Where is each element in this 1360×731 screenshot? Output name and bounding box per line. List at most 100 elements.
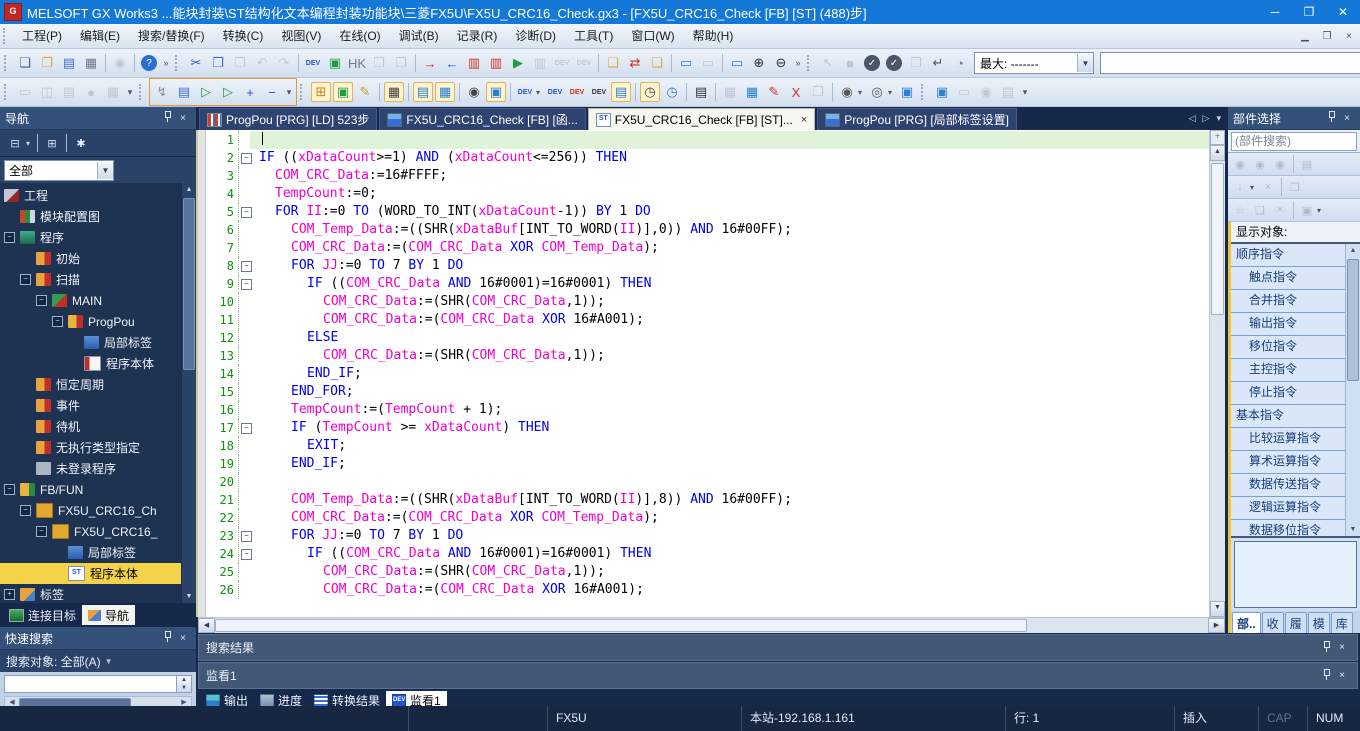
overflow-3-icon[interactable]: ▾	[125, 82, 135, 102]
undo-icon[interactable]: ↶	[252, 53, 272, 73]
parts-tab-模[interactable]: 模	[1308, 612, 1330, 633]
search-results-bar[interactable]: 搜索结果 ×	[198, 634, 1358, 661]
parts-tab-收[interactable]: 收	[1262, 612, 1284, 633]
convert-icon[interactable]: ↯	[152, 82, 172, 102]
find-disabled-1-icon[interactable]: ❒	[369, 53, 389, 73]
jump-back-icon[interactable]: ↵	[928, 53, 948, 73]
menu-item[interactable]: 搜索/替换(F)	[129, 24, 214, 48]
tree-item-初始[interactable]: 初始	[0, 248, 181, 269]
window-list-icon[interactable]: ▤	[59, 82, 79, 102]
menu-item[interactable]: 工具(T)	[565, 24, 622, 48]
copy-icon[interactable]: ❐	[208, 53, 228, 73]
code-line[interactable]: 11COM_CRC_Data:=(COM_CRC_Data XOR 16#A00…	[206, 311, 1209, 329]
fold-collapse-icon[interactable]: −	[241, 531, 252, 542]
pin-icon[interactable]	[1318, 669, 1334, 683]
code-line[interactable]: 9−IF ((COM_CRC_Data AND 16#0001)=16#0001…	[206, 275, 1209, 293]
tree-scrollbar[interactable]: ▲ ▼	[181, 183, 196, 603]
parts-tab-部..[interactable]: 部..	[1232, 612, 1261, 633]
tree-item-程序本体[interactable]: ST程序本体	[0, 563, 181, 584]
tree-display-icon[interactable]: ⊟	[5, 133, 25, 153]
tree-collapse-all-icon[interactable]: ⊞	[42, 133, 62, 153]
scroll-down-icon[interactable]: ▼	[1346, 523, 1360, 536]
chevron-down-icon[interactable]: ▼	[97, 162, 113, 179]
document-tab[interactable]: STFX5U_CRC16_Check [FB] [ST]...×	[588, 108, 816, 130]
menu-item[interactable]: 工程(P)	[13, 24, 71, 48]
window-2-icon[interactable]: ◫	[37, 82, 57, 102]
document-tab[interactable]: ProgPou [PRG] [局部标签设置]	[817, 108, 1017, 130]
code-line[interactable]: 10COM_CRC_Data:=(SHR(COM_CRC_Data,1));	[206, 293, 1209, 311]
instruction-category[interactable]: 停止指令	[1231, 382, 1345, 405]
monitor-view-icon[interactable]: ▣	[333, 82, 353, 102]
redo-icon[interactable]: ↷	[274, 53, 294, 73]
instruction-category[interactable]: 数据传送指令	[1231, 474, 1345, 497]
tree-item-事件[interactable]: 事件	[0, 395, 181, 416]
disabled-4-icon[interactable]: ▤	[998, 82, 1018, 102]
tree-item-局部标签[interactable]: 局部标签	[0, 332, 181, 353]
chevron-down-icon[interactable]: ▾	[1216, 113, 1221, 124]
plc-write-icon[interactable]: →	[420, 53, 440, 73]
document-tab[interactable]: FX5U_CRC16_Check [FB] [函...	[379, 108, 585, 130]
panel-tab-导航[interactable]: 导航	[82, 605, 135, 625]
window-parts-icon[interactable]: ▣	[1298, 201, 1316, 219]
parts-list-scrollbar[interactable]: ▲ ▼	[1345, 244, 1360, 536]
xy-switch-icon[interactable]: X	[786, 82, 806, 102]
code-line[interactable]: 19END_IF;	[206, 455, 1209, 473]
fold-collapse-icon[interactable]: −	[241, 549, 252, 560]
add-line-icon[interactable]: +	[240, 82, 260, 102]
convert-find-icon[interactable]: ▷	[196, 82, 216, 102]
pointer-icon[interactable]: ↖	[818, 53, 838, 73]
scroll-left-icon[interactable]: ◀	[198, 618, 215, 633]
parts-search-input[interactable]: (部件搜索)	[1231, 132, 1357, 151]
check-2-icon[interactable]: ✓	[886, 55, 902, 71]
list-view-icon[interactable]: ▤	[413, 82, 433, 102]
binoculars-icon[interactable]: ◉	[464, 82, 484, 102]
scroll-down-icon[interactable]: ▼	[1210, 601, 1225, 617]
window-find-icon[interactable]: ▣	[486, 82, 506, 102]
doc-list-icon[interactable]: ▤	[691, 82, 711, 102]
tree-item-扫描[interactable]: −扫描	[0, 269, 181, 290]
doc-restore-button[interactable]: ❐	[1316, 31, 1338, 42]
scroll-down-icon[interactable]: ▼	[182, 590, 196, 603]
paste-disabled-icon[interactable]: ❒	[906, 53, 926, 73]
tab-arrow-icon[interactable]: ▷	[1203, 113, 1210, 124]
device-k-icon[interactable]: DEV	[515, 82, 535, 102]
pin-icon[interactable]	[1323, 111, 1339, 125]
quick-search-input[interactable]	[4, 675, 177, 693]
device-eye-dropdown-icon[interactable]: ▾	[858, 88, 866, 97]
code-line[interactable]: 13COM_CRC_Data:=(SHR(COM_CRC_Data,1));	[206, 347, 1209, 365]
code-line[interactable]: 4TempCount:=0;	[206, 185, 1209, 203]
check-1-icon[interactable]: ✓	[864, 55, 880, 71]
st-code-editor[interactable]: 12−IF ((xDataCount>=1) AND (xDataCount<=…	[198, 130, 1209, 617]
disabled-2-icon[interactable]: ▭	[954, 82, 974, 102]
tree-expand-icon[interactable]: −	[52, 316, 63, 327]
close-icon[interactable]: ×	[1334, 670, 1350, 681]
print-icon[interactable]: ▦	[81, 53, 101, 73]
save-icon[interactable]: ▤	[59, 53, 79, 73]
instruction-category[interactable]: 数据移位指令	[1231, 520, 1345, 536]
tree-expand-icon[interactable]: −	[4, 232, 15, 243]
code-line[interactable]: 7COM_CRC_Data:=(COM_CRC_Data XOR COM_Tem…	[206, 239, 1209, 257]
fold-collapse-icon[interactable]: −	[241, 423, 252, 434]
menu-item[interactable]: 转换(C)	[214, 24, 273, 48]
new-file-icon[interactable]: ❏	[15, 53, 35, 73]
tree-view-icon[interactable]: ⊞	[311, 82, 331, 102]
find-disabled-2-icon[interactable]: ❒	[391, 53, 411, 73]
code-line[interactable]: 20	[206, 473, 1209, 491]
doc-close-button[interactable]: ×	[1338, 31, 1360, 42]
code-line[interactable]: 21COM_Temp_Data:=((SHR(xDataBuf[INT_TO_W…	[206, 491, 1209, 509]
code-line[interactable]: 25COM_CRC_Data:=(SHR(COM_CRC_Data,1));	[206, 563, 1209, 581]
scroll-up-icon[interactable]: ▲	[1346, 244, 1360, 257]
pin-icon[interactable]	[1318, 641, 1334, 655]
monitor-disabled-icon[interactable]: ▭	[698, 53, 718, 73]
magnifier-icon[interactable]: ◎	[867, 82, 887, 102]
tab-arrow-icon[interactable]: ◁	[1189, 113, 1196, 124]
overflow-5-icon[interactable]: ▾	[1020, 82, 1030, 102]
panel-tab-连接目标[interactable]: 连接目标	[3, 605, 82, 625]
minimize-button[interactable]: ─	[1258, 0, 1292, 24]
code-line[interactable]: 1	[206, 131, 1209, 149]
device-k-dropdown-icon[interactable]: ▾	[536, 88, 544, 97]
menu-item[interactable]: 诊断(D)	[506, 24, 565, 48]
overflow-4-icon[interactable]: ▾	[284, 82, 294, 102]
tree-item-程序本体[interactable]: 程序本体	[0, 353, 181, 374]
stop-icon[interactable]: ■	[840, 53, 860, 73]
